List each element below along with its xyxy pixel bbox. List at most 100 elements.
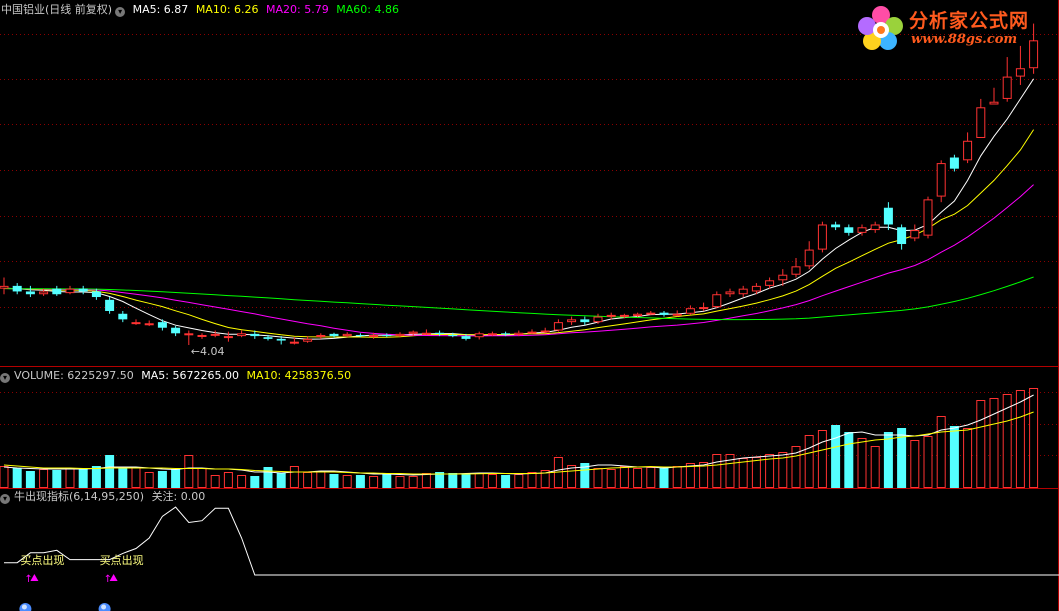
volume-bar — [263, 467, 273, 488]
volume-bar — [936, 416, 946, 488]
candle-body — [250, 333, 260, 337]
candle-body — [223, 336, 233, 339]
chart-canvas[interactable]: ←4.04买点出现↑买点出现↑ — [0, 0, 1059, 611]
volume-bar — [474, 473, 484, 488]
candle-body — [553, 322, 563, 331]
volume-bar — [52, 470, 62, 488]
volume-bar — [342, 475, 352, 488]
logo-title: 分析家公式网 — [909, 10, 1030, 32]
volume-bar — [171, 469, 181, 488]
candle-body — [883, 207, 893, 225]
candle-body — [355, 334, 365, 336]
candle-body — [751, 285, 761, 292]
candle-body — [369, 334, 379, 337]
candle-body — [963, 140, 973, 161]
candle-body — [646, 312, 656, 315]
candle-body — [567, 319, 577, 323]
dropdown-icon[interactable]: ▾ — [115, 7, 126, 17]
ma5-line — [3, 78, 1035, 340]
volume-bar — [355, 475, 365, 488]
candle-body — [976, 107, 986, 138]
buy-signal-label: 买点出现 — [20, 553, 64, 567]
candle-body — [408, 331, 418, 334]
site-logo[interactable]: 分析家公式网 www.88gs.com — [855, 2, 1055, 54]
ma20-value: MA20: 5.79 — [266, 3, 329, 16]
buy-dot-highlight — [21, 604, 27, 610]
volume-bar — [487, 474, 497, 488]
candle-body — [105, 299, 115, 311]
volume-ma5-value: MA5: 5672265.00 — [141, 369, 239, 382]
volume-bar — [448, 473, 458, 488]
candle-body — [580, 319, 590, 323]
candle-body — [672, 313, 682, 316]
candle-body — [157, 322, 167, 328]
volume-bar — [804, 435, 814, 488]
candle-body — [487, 333, 497, 336]
candle-body — [118, 313, 128, 320]
volume-bar — [12, 468, 22, 488]
candle-body — [910, 230, 920, 239]
volume-bar — [501, 475, 511, 488]
candle-body — [712, 294, 722, 308]
candle-body — [65, 288, 75, 294]
low-price-annotation: ←4.04 — [191, 345, 225, 358]
volume-bar — [593, 468, 603, 488]
candle-body — [12, 285, 22, 292]
candle-body — [514, 332, 524, 335]
candle-body — [659, 312, 669, 315]
candle-body — [52, 288, 62, 295]
candle-body — [844, 227, 854, 233]
buy-dot-highlight — [101, 604, 107, 610]
volume-bar — [78, 469, 88, 488]
volume-bar — [646, 467, 656, 488]
volume-bar — [118, 468, 128, 488]
volume-bar — [514, 474, 524, 488]
dropdown-icon[interactable]: ▾ — [0, 373, 10, 383]
candle-body — [606, 314, 616, 317]
candle-body — [725, 291, 735, 295]
indicator-line — [4, 506, 1059, 576]
volume-bar — [989, 398, 999, 488]
volume-bar — [316, 471, 326, 488]
volume-bar — [1029, 388, 1039, 488]
candle-body — [923, 199, 933, 236]
volume-bar — [672, 466, 682, 488]
candle-body — [435, 332, 445, 334]
volume-bar — [421, 473, 431, 488]
volume-bar — [976, 400, 986, 488]
candle-body — [738, 288, 748, 295]
candle-body — [989, 101, 999, 105]
volume-ma10-value: MA10: 4258376.50 — [246, 369, 352, 382]
volume-bar — [65, 468, 75, 488]
dropdown-icon[interactable]: ▾ — [0, 494, 10, 504]
candle-body — [778, 274, 788, 281]
volume-bar — [461, 474, 471, 488]
volume-bar — [39, 469, 49, 488]
ma60-line — [3, 276, 1034, 321]
candle-body — [791, 266, 801, 275]
volume-bar — [303, 472, 313, 488]
candle-body — [421, 332, 431, 335]
candle-body — [171, 327, 181, 334]
candle-body — [897, 227, 907, 245]
candle-body — [39, 291, 49, 295]
indicator-name: 牛出现指标(6,14,95,250) — [14, 490, 145, 503]
volume-bar — [883, 432, 893, 488]
volume-bar — [223, 472, 233, 488]
volume-bar — [527, 472, 537, 488]
volume-bar — [963, 428, 973, 488]
candle-body — [448, 334, 458, 337]
buy-signal-label: 买点出现 — [100, 553, 144, 567]
volume-value: VOLUME: 6225297.50 — [14, 369, 134, 382]
candle-body — [303, 338, 313, 342]
candle-body — [527, 331, 537, 334]
candle-body — [936, 163, 946, 197]
volume-bar — [250, 476, 260, 488]
stock-title: 中国铝业(日线 前复权) — [1, 3, 113, 16]
volume-bar — [910, 440, 920, 488]
volume-bar — [105, 455, 115, 488]
volume-bar — [276, 473, 286, 488]
candle-body — [25, 291, 35, 295]
candle-body — [870, 224, 880, 231]
volume-bar — [210, 475, 220, 488]
